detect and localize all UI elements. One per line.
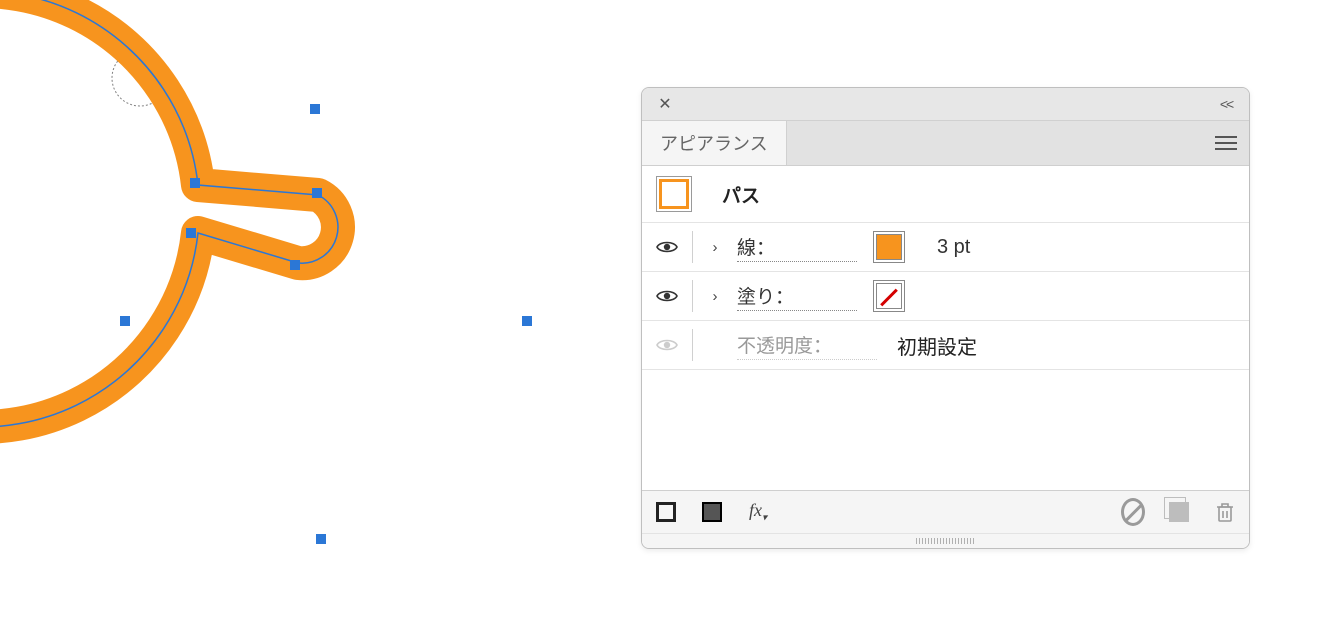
canvas-artwork[interactable]: [0, 0, 640, 634]
duplicate-item-button[interactable]: [1167, 500, 1191, 524]
stroke-color-swatch[interactable]: [873, 231, 905, 263]
selected-path[interactable]: [0, 0, 338, 427]
collapse-icon[interactable]: <<: [1213, 96, 1239, 112]
delete-item-button[interactable]: [1213, 500, 1237, 524]
tab-appearance[interactable]: アピアランス: [642, 121, 787, 165]
fill-label[interactable]: 塗り：: [737, 282, 857, 311]
close-icon[interactable]: ✕: [652, 94, 678, 114]
opacity-value[interactable]: 初期設定: [897, 331, 977, 360]
eye-icon: [656, 337, 678, 353]
prohibit-icon: [1121, 498, 1145, 526]
opacity-label[interactable]: 不透明度：: [737, 331, 877, 360]
panel-tabbar: アピアランス: [642, 121, 1249, 166]
add-fill-button[interactable]: [700, 500, 724, 524]
appearance-panel: ✕ << アピアランス パス › 線：: [641, 87, 1250, 549]
add-effect-button[interactable]: fx▾: [746, 500, 770, 524]
grip-icon: [916, 538, 976, 544]
opacity-row[interactable]: 不透明度： 初期設定: [642, 321, 1249, 370]
panel-empty-area: [642, 370, 1249, 490]
eye-icon: [656, 288, 678, 304]
object-thumbnail-swatch: [656, 176, 692, 212]
row-separator: [692, 329, 693, 361]
stroke-label[interactable]: 線：: [737, 233, 857, 262]
disclosure-fill[interactable]: ›: [707, 288, 723, 305]
trash-icon: [1215, 501, 1235, 523]
row-separator: [692, 231, 693, 263]
visibility-toggle-opacity: [650, 337, 684, 353]
hamburger-icon: [1215, 136, 1237, 150]
tab-label: アピアランス: [660, 130, 768, 156]
duplicate-icon: [1169, 502, 1189, 522]
row-separator: [692, 280, 693, 312]
eye-icon: [656, 239, 678, 255]
panel-body: パス › 線： 3 pt ›: [642, 166, 1249, 490]
fx-icon: fx▾: [749, 500, 767, 524]
object-type-label: パス: [722, 181, 760, 208]
panel-footer-toolbar: fx▾: [642, 490, 1249, 533]
panel-titlebar[interactable]: ✕ <<: [642, 88, 1249, 121]
panel-resize-grip[interactable]: [642, 533, 1249, 548]
fill-swatch-icon: [702, 502, 722, 522]
stroke-swatch-icon: [656, 502, 676, 522]
selection-outline: [0, 0, 338, 427]
fill-color-swatch-none[interactable]: [873, 280, 905, 312]
disclosure-stroke[interactable]: ›: [707, 239, 723, 256]
add-stroke-button[interactable]: [654, 500, 678, 524]
panel-menu-button[interactable]: [1215, 121, 1237, 165]
object-header-row[interactable]: パス: [642, 166, 1249, 223]
stroke-weight-value[interactable]: 3 pt: [937, 236, 970, 259]
visibility-toggle-fill[interactable]: [650, 288, 684, 304]
artwork-stroke-shape: [0, 0, 338, 427]
fill-row[interactable]: › 塗り：: [642, 272, 1249, 321]
stroke-row[interactable]: › 線： 3 pt: [642, 223, 1249, 272]
clear-appearance-button[interactable]: [1121, 500, 1145, 524]
visibility-toggle-stroke[interactable]: [650, 239, 684, 255]
